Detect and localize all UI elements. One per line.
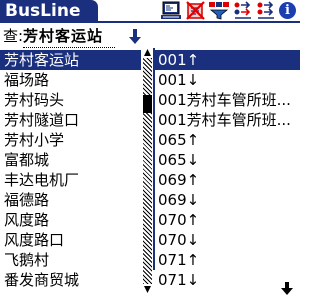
stop-list-item[interactable]: 福德路: [0, 190, 141, 210]
route-list-item[interactable]: 069↑: [155, 170, 300, 190]
title-bar: BusLine i: [0, 0, 300, 23]
app-title[interactable]: BusLine: [0, 0, 98, 22]
scrollbar-thumb[interactable]: [143, 95, 152, 113]
route-list-item[interactable]: 001芳村车管所班...: [155, 110, 300, 130]
transfer-icon[interactable]: [233, 1, 253, 20]
route-list-item[interactable]: 001↑: [155, 50, 300, 70]
route-list-item[interactable]: 070↑: [155, 210, 300, 230]
route-list-item[interactable]: 069↓: [155, 190, 300, 210]
map-pc-icon[interactable]: [160, 1, 182, 20]
page-down-arrow-icon[interactable]: [280, 282, 294, 296]
route-list-item[interactable]: 065↓: [155, 150, 300, 170]
route-list-item[interactable]: 065↑: [155, 130, 300, 150]
stops-list: 芳村客运站 福场路 芳村码头 芳村隧道口 芳村小学 富都城 丰达电机厂 福德路 风度路 风度路口飞…: [0, 50, 141, 290]
transfer-alt-icon[interactable]: [256, 1, 276, 20]
stop-list-item[interactable]: 芳村小学: [0, 130, 141, 150]
routes-list: 001↑ 001↓ 001芳村车管所班... 001芳村车管所班... 065↑ 065↓…: [155, 50, 300, 290]
query-dropdown-arrow-icon[interactable]: [128, 29, 142, 45]
scroll-down-arrow-icon[interactable]: [143, 285, 152, 294]
route-list-item[interactable]: 001↓: [155, 70, 300, 90]
stop-list-item[interactable]: 富都城: [0, 150, 141, 170]
stop-list-item[interactable]: 芳村隧道口: [0, 110, 141, 130]
route-list-item[interactable]: 070↓: [155, 230, 300, 250]
scrollbar-track[interactable]: [143, 58, 152, 284]
stops-scrollbar[interactable]: [143, 48, 152, 294]
stop-list-item[interactable]: 芳村客运站: [0, 50, 141, 70]
stop-list-item[interactable]: 风度路: [0, 210, 141, 230]
stop-list-item[interactable]: 福场路: [0, 70, 141, 90]
query-input[interactable]: 芳村客运站: [23, 25, 115, 48]
stop-list-item[interactable]: 风度路口: [0, 230, 141, 250]
stop-list-item[interactable]: 丰达电机厂: [0, 170, 141, 190]
no-card-icon[interactable]: [186, 1, 206, 20]
stop-list-item[interactable]: 飞鹅村: [0, 250, 141, 270]
stop-list-item[interactable]: 番发商贸城: [0, 270, 141, 290]
query-label: 查:: [3, 27, 24, 45]
info-icon[interactable]: i: [279, 2, 296, 19]
filter-icon[interactable]: [208, 1, 230, 20]
route-list-item[interactable]: 001芳村车管所班...: [155, 90, 300, 110]
title-rule: [0, 21, 300, 23]
stop-list-item[interactable]: 芳村码头: [0, 90, 141, 110]
route-list-item[interactable]: 071↑: [155, 250, 300, 270]
scroll-up-arrow-icon[interactable]: [143, 48, 152, 57]
route-list-item[interactable]: 071↓: [155, 270, 300, 290]
